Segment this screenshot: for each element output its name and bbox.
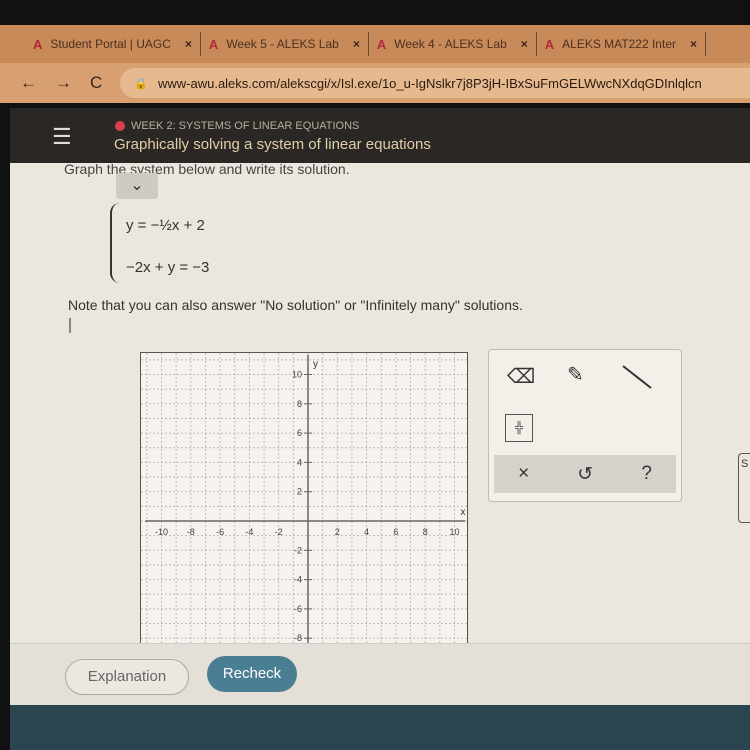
equation-2: −2x + y = −3 <box>126 259 210 276</box>
equation-1: y = −½x + 2 <box>126 217 205 234</box>
problem-area: Graph the system below and write its sol… <box>10 163 750 643</box>
line-icon[interactable] <box>619 362 655 392</box>
tab-week4[interactable]: A Week 4 - ALEKS Lab × <box>369 32 537 56</box>
y-tick-label: 10 <box>292 370 302 380</box>
equation-system: y = −½x + 2 −2x + y = −3 <box>110 203 250 283</box>
x-tick-label: 10 <box>449 527 459 537</box>
y-axis-label: y <box>313 359 318 370</box>
explanation-button[interactable]: Explanation <box>65 659 189 695</box>
no-solution-icon[interactable]: ╬ <box>505 414 533 442</box>
site-logo-icon: A <box>376 36 387 52</box>
graph-canvas[interactable]: -10 -8 -6 -4 -2 2 4 6 8 10 10 8 6 4 2 -2 -4 -6 -8 x y <box>140 352 470 643</box>
status-dot-icon <box>115 121 125 131</box>
x-tick-label: 8 <box>423 527 428 537</box>
chevron-down-icon: ⌄ <box>130 177 144 194</box>
help-button[interactable]: ? <box>641 463 652 485</box>
site-logo-icon: A <box>33 36 43 52</box>
topic-title: Graphically solving a system of linear e… <box>114 136 431 153</box>
side-panel-tab[interactable]: S <box>738 453 750 523</box>
close-tab-icon[interactable]: × <box>521 37 528 51</box>
browser-tab-bar: A Student Portal | UAGC × A Week 5 - ALEKS … <box>0 25 750 63</box>
coordinate-plane[interactable]: -10 -8 -6 -4 -2 2 4 6 8 10 10 8 6 4 2 -2 -4 -6 -8 x y <box>141 353 470 643</box>
back-icon[interactable]: ← <box>20 73 37 93</box>
y-tick-label: -6 <box>294 604 302 614</box>
x-tick-label: -4 <box>245 527 253 537</box>
x-tick-label: 4 <box>364 527 369 537</box>
y-tick-label: -8 <box>294 633 302 643</box>
x-tick-label: -6 <box>216 527 224 537</box>
reload-icon[interactable]: C <box>90 73 102 93</box>
tab-week5[interactable]: A Week 5 - ALEKS Lab × <box>201 32 369 56</box>
site-logo-icon: A <box>208 36 219 52</box>
close-tab-icon[interactable]: × <box>690 37 697 51</box>
address-bar-row: ← → C 🔒 www-awu.aleks.com/alekscgi/x/Isl.… <box>0 63 750 103</box>
y-tick-label: -4 <box>294 575 302 585</box>
close-tab-icon[interactable]: × <box>353 37 360 51</box>
clear-button[interactable]: × <box>518 463 529 485</box>
x-tick-label: -8 <box>187 527 195 537</box>
x-tick-label: -10 <box>155 527 168 537</box>
y-tick-label: 4 <box>297 457 302 467</box>
x-tick-label: 2 <box>335 527 340 537</box>
tab-student-portal[interactable]: A Student Portal | UAGC × <box>25 32 201 56</box>
collapse-button[interactable]: ⌄ <box>116 173 158 199</box>
close-tab-icon[interactable]: × <box>185 37 192 51</box>
lock-icon: 🔒 <box>134 77 148 90</box>
y-tick-label: -2 <box>294 545 302 555</box>
week-label: WEEK 2: SYSTEMS OF LINEAR EQUATIONS <box>131 120 360 132</box>
graph-toolbox: ⌫ ✎ ╬ × ↺ ? <box>488 349 682 502</box>
recheck-button[interactable]: Recheck <box>207 656 297 692</box>
y-tick-label: 6 <box>297 428 302 438</box>
footer-bar: Explanation Recheck <box>10 643 750 705</box>
x-tick-label: -2 <box>275 527 283 537</box>
y-tick-label: 8 <box>297 399 302 409</box>
forward-icon[interactable]: → <box>55 73 72 93</box>
eraser-icon[interactable]: ⌫ <box>507 364 535 389</box>
taskbar <box>10 705 750 750</box>
note-text: Note that you can also answer "No soluti… <box>68 297 523 313</box>
x-tick-label: 6 <box>393 527 398 537</box>
x-axis-label: x <box>460 507 465 518</box>
site-logo-icon: A <box>544 36 555 52</box>
instruction-text: Graph the system below and write its sol… <box>64 163 350 177</box>
url-input[interactable]: 🔒 www-awu.aleks.com/alekscgi/x/Isl.exe/1o… <box>120 68 750 98</box>
undo-button[interactable]: ↺ <box>577 463 593 486</box>
y-tick-label: 2 <box>297 487 302 497</box>
menu-icon[interactable]: ☰ <box>52 124 72 150</box>
tab-aleks-mat222[interactable]: A ALEKS MAT222 Inter × <box>537 32 707 56</box>
pencil-icon[interactable]: ✎ <box>567 362 584 387</box>
answer-cursor[interactable] <box>69 318 71 333</box>
aleks-header: ☰ WEEK 2: SYSTEMS OF LINEAR EQUATIONS Gr… <box>10 108 750 163</box>
